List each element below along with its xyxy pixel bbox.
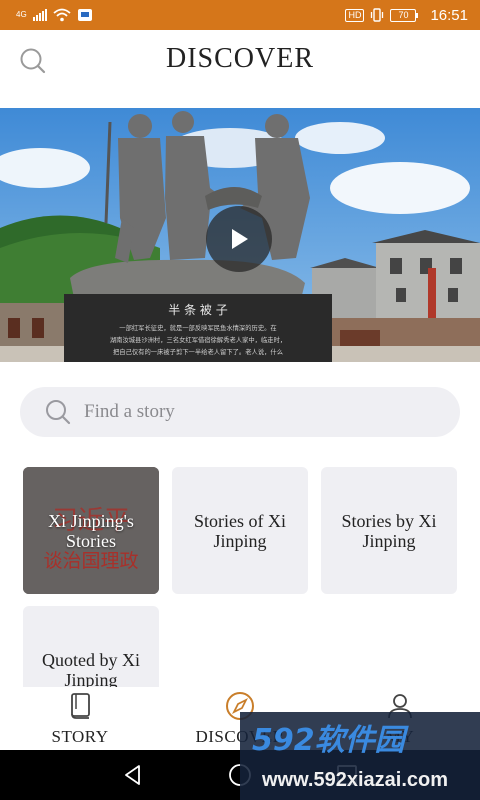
plaque-title: 半 条 被 子 (168, 303, 227, 317)
cover-title-bottom: 谈治国理政 (43, 550, 138, 572)
network-type: 4G (16, 10, 27, 19)
card-label: Quoted by Xi Jinping (42, 650, 140, 690)
back-icon[interactable] (119, 761, 147, 789)
site-watermark: 592软件园 www.592xiazai.com (240, 712, 480, 800)
search-bar[interactable] (20, 387, 460, 437)
hd-badge: HD (345, 8, 365, 22)
book-icon (71, 693, 90, 719)
battery-icon: 70 (390, 8, 419, 22)
status-left: 4G (16, 8, 93, 22)
card-stories-of-xi-jinping[interactable]: Stories of Xi Jinping (172, 467, 308, 594)
plaque-line: 把自己仅有的一床被子剪下一半给老人留下了。老人说，什么 (113, 347, 283, 356)
wifi-icon (53, 8, 71, 22)
card-label: Xi Jinping's Stories (48, 510, 134, 551)
clock: 16:51 (430, 6, 468, 24)
plaque-line: 湖南汝城县沙洲村，三名女红军借宿徐解秀老人家中，临走时， (110, 335, 286, 344)
card-label: Stories of Xi Jinping (194, 510, 286, 551)
search-input[interactable] (84, 401, 424, 423)
tab-story[interactable]: STORY (0, 687, 160, 750)
card-label: Stories by Xi Jinping (341, 510, 437, 551)
search-icon (46, 400, 71, 425)
header: DISCOVER (0, 30, 480, 108)
vibrate-icon (371, 8, 384, 22)
status-right: HD 70 16:51 (345, 7, 468, 24)
hero-video[interactable]: 半 条 被 子 一部红军长征史，就是一部反映军民鱼水情深的历史。在 湖南汝城县沙… (0, 108, 480, 362)
tab-label: STORY (51, 727, 109, 746)
status-bar: 4G HD 70 16:51 (0, 0, 480, 30)
play-icon (232, 229, 248, 249)
watermark-url: www.592xiazai.com (261, 769, 448, 791)
notification-app-icon (77, 9, 92, 21)
watermark-brand: 592软件园 (252, 723, 410, 758)
card-stories-by-xi-jinping[interactable]: Stories by Xi Jinping (321, 467, 457, 594)
plaque-line: 一部红军长征史，就是一部反映军民鱼水情深的历史。在 (119, 323, 276, 332)
card-xi-jinpings-stories[interactable]: 习近平 谈治国理政 Xi Jinping's Stories (23, 467, 159, 594)
signal-icon (32, 9, 47, 21)
play-button[interactable] (206, 206, 272, 272)
battery-level: 70 (390, 8, 417, 22)
page-title: DISCOVER (165, 43, 314, 74)
